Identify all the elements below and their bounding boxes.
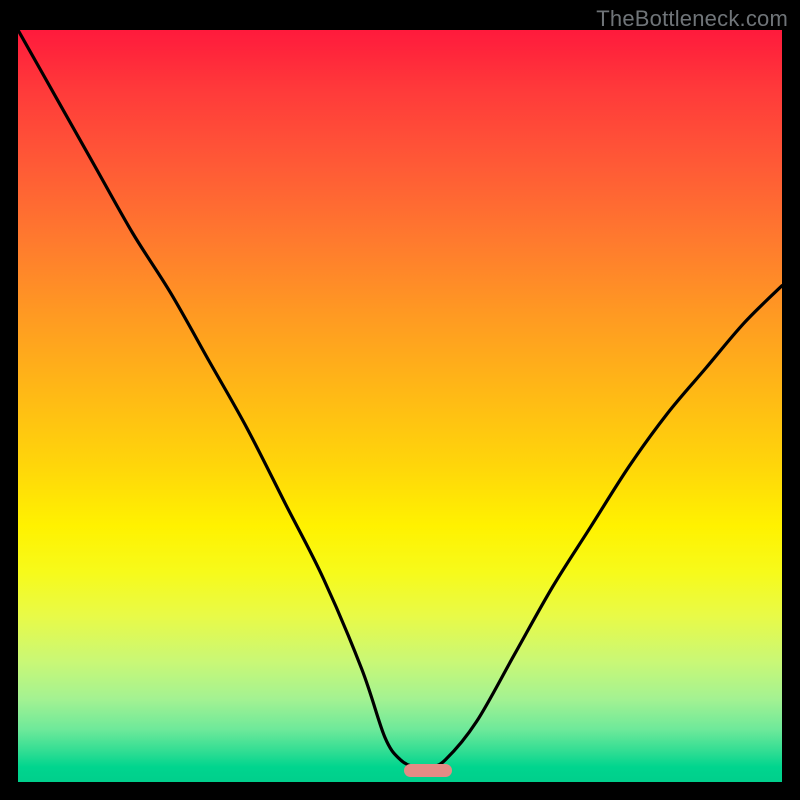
plot-area xyxy=(18,30,782,782)
watermark-text: TheBottleneck.com xyxy=(596,6,788,32)
chart-frame: TheBottleneck.com xyxy=(0,0,800,800)
bottleneck-curve xyxy=(18,30,782,782)
minimum-marker xyxy=(404,764,452,777)
